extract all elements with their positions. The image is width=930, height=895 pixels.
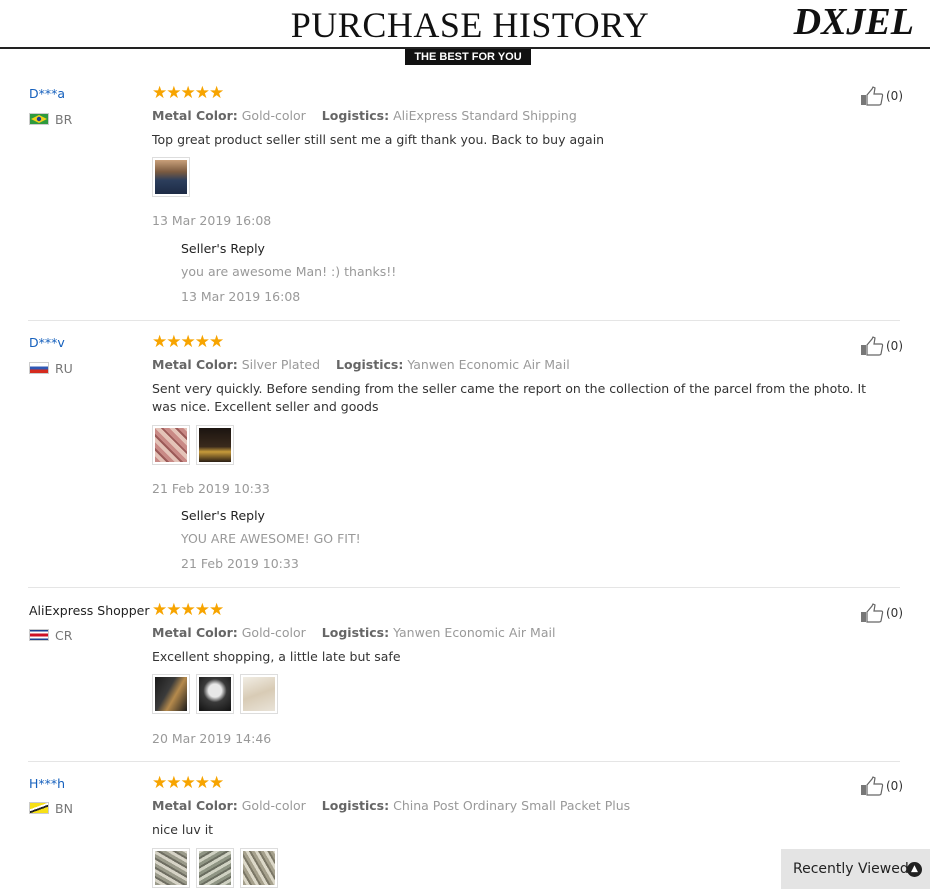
logistics-value: Yanwen Economic Air Mail xyxy=(393,625,556,640)
review-photo-thumbnail[interactable] xyxy=(152,848,190,888)
helpful-button[interactable]: (0) xyxy=(860,603,903,623)
country-code: CR xyxy=(55,627,73,643)
logistics-label: Logistics: xyxy=(336,357,404,372)
seller-reply-text: YOU ARE AWESOME! GO FIT! xyxy=(181,531,361,546)
review-divider xyxy=(28,761,900,762)
review-date: 13 Mar 2019 16:08 xyxy=(152,213,272,228)
reviewer-name[interactable]: AliExpress Shopper xyxy=(29,603,149,618)
metal-color-value: Gold-color xyxy=(241,798,306,813)
review-photo-thumbnail[interactable] xyxy=(196,674,234,714)
logistics-value: Yanwen Economic Air Mail xyxy=(407,357,570,372)
reviewer-country: BR xyxy=(29,111,73,127)
reviewer-country: CR xyxy=(29,627,73,643)
chevron-up-icon: ▲ xyxy=(907,862,922,877)
review-photo-thumbnail[interactable] xyxy=(152,425,190,465)
metal-color-value: Silver Plated xyxy=(241,357,321,372)
logistics-label: Logistics: xyxy=(321,798,390,813)
country-code: BR xyxy=(55,111,73,127)
metal-color-value: Gold-color xyxy=(241,108,306,123)
brand-logo: DXJEL xyxy=(793,1,914,43)
review-photo-thumbnail[interactable] xyxy=(240,848,278,888)
review-text: Sent very quickly. Before sending from t… xyxy=(152,381,867,414)
logistics-value: China Post Ordinary Small Packet Plus xyxy=(393,798,631,813)
page-header: PURCHASE HISTORY DXJEL THE BEST FOR YOU xyxy=(0,0,930,70)
metal-color-label: Metal Color: xyxy=(152,108,238,123)
header-badge: THE BEST FOR YOU xyxy=(405,49,531,65)
helpful-button[interactable]: (0) xyxy=(860,776,903,796)
review-text: Excellent shopping, a little late but sa… xyxy=(152,649,401,664)
thumbs-up-icon xyxy=(861,336,884,356)
logistics-label: Logistics: xyxy=(321,108,390,123)
thumbs-up-icon xyxy=(861,86,884,106)
review-divider xyxy=(28,320,900,321)
reviewer-name[interactable]: H***h xyxy=(29,776,65,791)
helpful-count: (0) xyxy=(886,606,903,620)
helpful-count: (0) xyxy=(886,339,903,353)
helpful-button[interactable]: (0) xyxy=(860,336,903,356)
seller-reply-date: 13 Mar 2019 16:08 xyxy=(181,289,301,304)
metal-color-label: Metal Color: xyxy=(152,798,238,813)
review-attributes: Metal Color: Gold-color Logistics: Yanwe… xyxy=(152,625,555,640)
flag-br-icon xyxy=(29,113,49,125)
thumbs-up-icon xyxy=(861,776,884,796)
country-code: BN xyxy=(55,800,73,816)
thumbs-up-icon xyxy=(861,603,884,623)
star-rating: ★★★★★ xyxy=(152,83,224,103)
reviewer-name[interactable]: D***a xyxy=(29,86,65,101)
star-rating: ★★★★★ xyxy=(152,773,224,793)
reviewer-name[interactable]: D***v xyxy=(29,335,65,350)
flag-bn-icon xyxy=(29,802,49,814)
metal-color-label: Metal Color: xyxy=(152,625,238,640)
star-rating: ★★★★★ xyxy=(152,332,224,352)
helpful-count: (0) xyxy=(886,779,903,793)
review-text: nice luv it xyxy=(152,822,214,837)
review-photos xyxy=(152,157,190,197)
reviewer-country: RU xyxy=(29,360,73,376)
star-rating: ★★★★★ xyxy=(152,600,224,620)
recently-viewed-label: Recently Viewed xyxy=(793,861,909,877)
reviewer-country: BN xyxy=(29,800,73,816)
metal-color-value: Gold-color xyxy=(241,625,306,640)
review-photos xyxy=(152,848,278,888)
review-photo-thumbnail[interactable] xyxy=(240,674,278,714)
seller-reply-heading: Seller's Reply xyxy=(181,508,265,523)
review-attributes: Metal Color: Gold-color Logistics: AliEx… xyxy=(152,108,577,123)
country-code: RU xyxy=(55,360,73,376)
review-photo-thumbnail[interactable] xyxy=(196,425,234,465)
review-date: 20 Mar 2019 14:46 xyxy=(152,731,272,746)
logistics-value: AliExpress Standard Shipping xyxy=(393,108,577,123)
helpful-button[interactable]: (0) xyxy=(860,86,903,106)
seller-reply-text: you are awesome Man! :) thanks!! xyxy=(181,264,397,279)
logistics-label: Logistics: xyxy=(321,625,390,640)
seller-reply-heading: Seller's Reply xyxy=(181,241,265,256)
helpful-count: (0) xyxy=(886,89,903,103)
page-title: PURCHASE HISTORY xyxy=(290,5,650,45)
review-photos xyxy=(152,674,278,714)
recently-viewed-button[interactable]: Recently Viewed ▲ xyxy=(781,849,930,889)
review-photo-thumbnail[interactable] xyxy=(152,157,190,197)
review-text: Top great product seller still sent me a… xyxy=(152,132,605,147)
seller-reply-date: 21 Feb 2019 10:33 xyxy=(181,556,299,571)
review-date: 21 Feb 2019 10:33 xyxy=(152,481,270,496)
flag-cr-icon xyxy=(29,629,49,641)
review-attributes: Metal Color: Gold-color Logistics: China… xyxy=(152,798,630,813)
review-divider xyxy=(28,587,900,588)
review-photos xyxy=(152,425,234,465)
review-photo-thumbnail[interactable] xyxy=(196,848,234,888)
review-attributes: Metal Color: Silver Plated Logistics: Ya… xyxy=(152,357,570,372)
review-photo-thumbnail[interactable] xyxy=(152,674,190,714)
flag-ru-icon xyxy=(29,362,49,374)
metal-color-label: Metal Color: xyxy=(152,357,238,372)
